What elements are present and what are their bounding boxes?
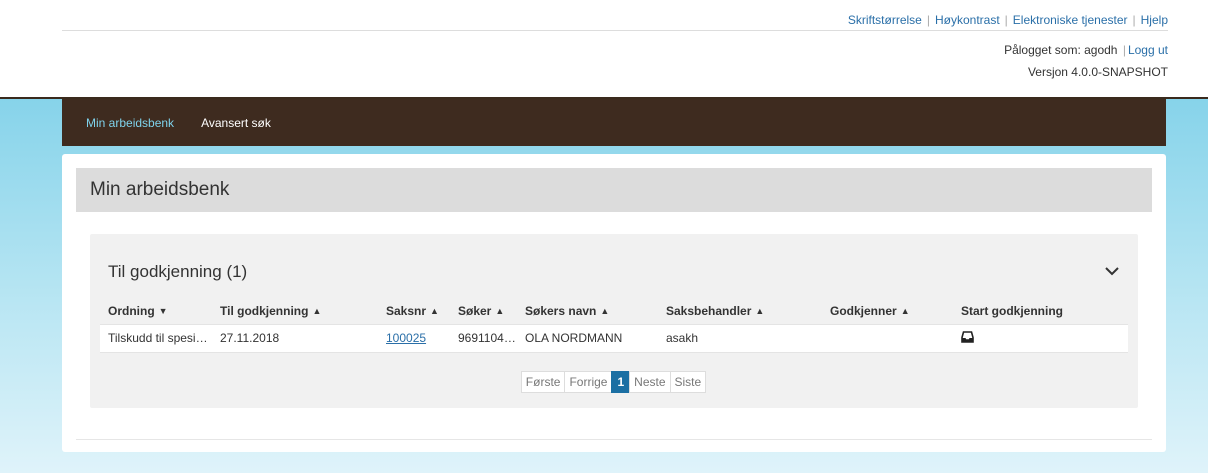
table-row: Tilskudd til spesialisert veiledning 27.… (100, 323, 1128, 353)
pager-next[interactable]: Neste (629, 371, 671, 393)
column-header-sokers-navn[interactable]: Søkers navn ▲ (517, 298, 658, 324)
sort-desc-icon: ▼ (158, 305, 168, 316)
sort-asc-icon: ▲ (900, 305, 910, 316)
panel-title: Til godkjenning (1) (108, 262, 248, 281)
nav-item-workbench[interactable]: Min arbeidsbenk (86, 116, 174, 130)
page-title: Min arbeidsbenk (76, 168, 1152, 212)
case-number-link[interactable]: 100025 (386, 331, 426, 345)
approval-table: Ordning ▼ Til godkjenning ▲ Saksnr ▲ Søker ▲… (100, 298, 1128, 353)
main-nav: Min arbeidsbenk Avansert søk (62, 99, 1166, 146)
cell-start-godkjenning (953, 323, 1128, 353)
pager-first[interactable]: Første (520, 371, 566, 393)
cell-sokers-navn: OLA NORDMANN (517, 323, 658, 353)
column-header-saksbehandler[interactable]: Saksbehandler ▲ (658, 298, 822, 324)
column-header-godkjenner[interactable]: Godkjenner ▲ (822, 298, 953, 324)
column-header-ordning[interactable]: Ordning ▼ (100, 298, 212, 324)
column-header-til-godkjenning[interactable]: Til godkjenning ▲ (212, 298, 378, 324)
sort-asc-icon: ▲ (495, 305, 505, 316)
high-contrast-link[interactable]: Høykontrast (935, 13, 1000, 27)
content-inner: Min arbeidsbenk Til godkjenning (1) Ordn… (76, 168, 1152, 440)
column-header-saksnr[interactable]: Saksnr ▲ (378, 298, 450, 324)
sort-asc-icon: ▲ (600, 305, 610, 316)
logged-in-label: Pålogget som: agodh (1004, 43, 1118, 57)
column-header-soker[interactable]: Søker ▲ (450, 298, 517, 324)
electronic-services-link[interactable]: Elektroniske tjenester (1013, 13, 1128, 27)
separator: | (1004, 13, 1008, 27)
nav-item-advanced-search[interactable]: Avansert søk (201, 116, 271, 130)
cell-til-godkjenning: 27.11.2018 (212, 323, 378, 353)
version-label: Versjon 4.0.0-SNAPSHOT (1027, 65, 1168, 79)
content-card: Min arbeidsbenk Til godkjenning (1) Ordn… (62, 154, 1166, 452)
chevron-down-icon[interactable] (1104, 263, 1120, 279)
table-header-row: Ordning ▼ Til godkjenning ▲ Saksnr ▲ Søker ▲… (100, 298, 1128, 324)
user-info: Pålogget som: agodh | Logg ut (1004, 43, 1168, 57)
utility-links: Skriftstørrelse | Høykontrast | Elektroniske… (848, 13, 1168, 27)
pager-current-page[interactable]: 1 (611, 371, 631, 393)
help-link[interactable]: Hjelp (1141, 13, 1168, 27)
logout-link[interactable]: Logg ut (1128, 43, 1168, 57)
separator: | (926, 13, 930, 27)
sort-asc-icon: ▲ (755, 305, 765, 316)
pager-last[interactable]: Siste (669, 371, 707, 393)
pagination: Første Forrige 1 Neste Siste (90, 371, 1138, 393)
column-header-start-godkjenning: Start godkjenning (961, 303, 1063, 318)
sort-asc-icon: ▲ (312, 305, 322, 316)
cell-godkjenner (822, 323, 953, 353)
separator: | (1122, 43, 1126, 57)
inbox-icon[interactable] (961, 331, 974, 343)
cell-ordning: Tilskudd til spesialisert veiledning (100, 323, 212, 353)
approval-panel: Til godkjenning (1) Ordning ▼ Til godkjen… (90, 234, 1138, 408)
pager-prev[interactable]: Forrige (564, 371, 613, 393)
sort-asc-icon: ▲ (430, 305, 439, 316)
cell-soker: 969110431 (450, 323, 517, 353)
header-divider (62, 30, 1168, 31)
cell-saksbehandler: asakh (658, 323, 822, 353)
font-size-link[interactable]: Skriftstørrelse (848, 13, 922, 27)
cell-saksnr: 100025 (378, 323, 450, 353)
separator: | (1132, 13, 1136, 27)
